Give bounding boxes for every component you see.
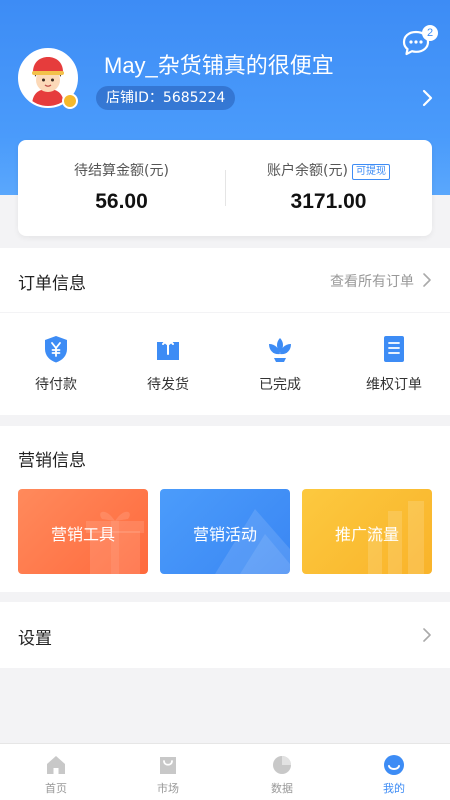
message-count-badge: 2 xyxy=(422,25,438,41)
order-completed[interactable]: 已完成 xyxy=(224,334,336,400)
pending-settlement[interactable]: 待结算金额(元) 56.00 xyxy=(18,140,225,236)
tab-mine[interactable]: 我的 xyxy=(338,744,450,800)
account-balance-text: 账户余额(元) xyxy=(267,163,348,179)
tab-label: 数据 xyxy=(271,782,293,795)
shopping-bag-icon xyxy=(160,757,176,774)
account-balance-label: 账户余额(元) 可提现 xyxy=(225,160,432,180)
pending-settlement-label: 待结算金额(元) xyxy=(74,163,169,179)
marketing-activity-card[interactable]: 营销活动 xyxy=(160,489,290,574)
shop-name: May_杂货铺真的很便宜 xyxy=(104,53,334,78)
tab-label: 首页 xyxy=(45,782,67,795)
tab-market[interactable]: 市场 xyxy=(112,744,224,800)
document-list-icon xyxy=(384,336,404,362)
account-balance-value: 3171.00 xyxy=(290,190,367,213)
box-upload-icon xyxy=(157,338,179,360)
tab-home[interactable]: 首页 xyxy=(0,744,112,800)
promo-label: 推广流量 xyxy=(334,525,399,544)
order-item-label: 待发货 xyxy=(147,377,189,393)
home-icon xyxy=(47,756,65,774)
withdrawable-tag: 可提现 xyxy=(351,164,390,180)
chevron-right-icon xyxy=(423,628,431,642)
order-pending-shipment[interactable]: 待发货 xyxy=(112,334,224,400)
tab-label: 市场 xyxy=(157,782,179,795)
account-balance[interactable]: 账户余额(元) 可提现 3171.00 xyxy=(225,140,432,236)
pie-chart-icon xyxy=(273,756,291,774)
balance-card: 待结算金额(元) 56.00 账户余额(元) 可提现 3171.00 xyxy=(18,140,432,236)
shop-id: 店铺ID：5685224 xyxy=(96,86,236,110)
order-dispute[interactable]: 维权订单 xyxy=(338,334,450,400)
order-section-title: 订单信息 xyxy=(18,274,86,294)
view-all-orders-link[interactable]: 查看所有订单 xyxy=(330,271,414,291)
lotus-icon xyxy=(269,338,291,362)
profile-icon xyxy=(384,755,404,775)
promo-label: 营销活动 xyxy=(192,525,257,544)
bottom-tab-bar: 首页 市场 数据 我的 xyxy=(0,743,450,800)
settings-title: 设置 xyxy=(18,629,52,649)
order-header-row[interactable]: 订单信息 查看所有订单 xyxy=(0,248,450,312)
tab-label: 我的 xyxy=(383,782,405,795)
chevron-right-icon xyxy=(423,273,431,287)
tab-data[interactable]: 数据 xyxy=(226,744,338,800)
order-pending-payment[interactable]: 待付款 xyxy=(0,334,112,400)
order-item-label: 待付款 xyxy=(35,377,77,393)
pending-settlement-value: 56.00 xyxy=(95,190,148,213)
promo-label: 营销工具 xyxy=(50,525,115,544)
settings-row[interactable]: 设置 xyxy=(0,602,450,668)
yuan-shield-icon xyxy=(45,336,67,363)
vip-badge-icon xyxy=(62,93,78,109)
traffic-promotion-card[interactable]: 推广流量 xyxy=(302,489,432,574)
chevron-right-icon[interactable] xyxy=(420,88,434,108)
marketing-tools-card[interactable]: 营销工具 xyxy=(18,489,148,574)
order-item-label: 维权订单 xyxy=(366,377,422,393)
order-item-label: 已完成 xyxy=(259,377,301,393)
marketing-section-title: 营销信息 xyxy=(18,451,86,471)
